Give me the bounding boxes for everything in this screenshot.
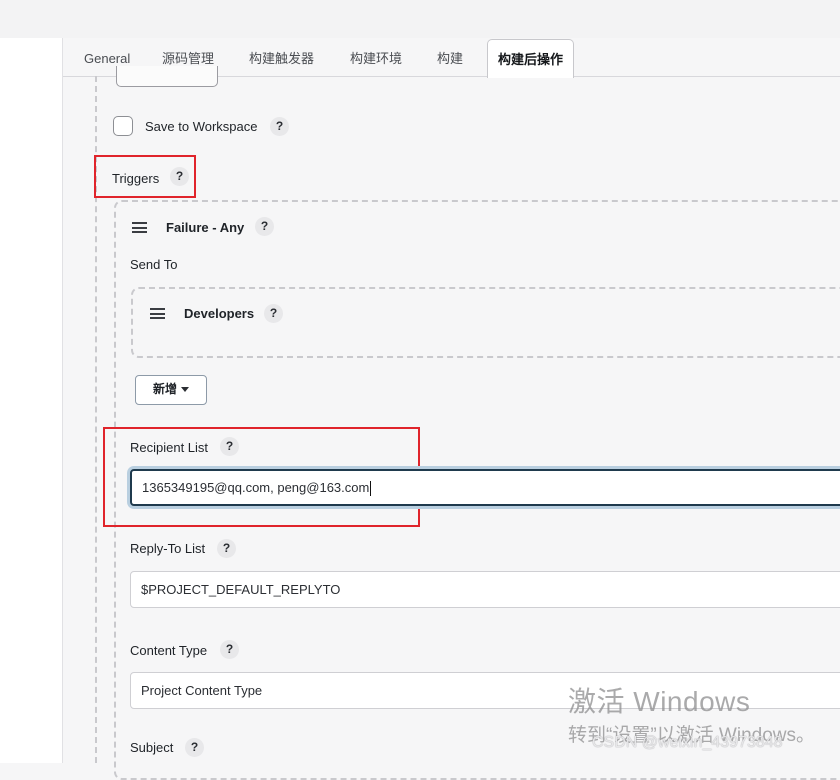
trigger-name: Failure - Any [166,220,245,235]
csdn-watermark: CSDN @weixin_43973848 [592,734,783,751]
help-icon[interactable]: ? [185,738,204,757]
tab-build-environment[interactable]: 构建环境 [340,38,412,76]
save-to-workspace-label: Save to Workspace [145,119,258,134]
send-to-label: Send To [130,257,178,272]
reply-to-list-label: Reply-To List [130,541,206,556]
recipient-provider-name: Developers [184,306,255,321]
recipient-list-input[interactable]: 1365349195@qq.com, peng@163.com [130,469,840,506]
save-to-workspace-checkbox[interactable] [113,116,133,136]
help-icon[interactable]: ? [220,437,239,456]
reply-to-list-input[interactable]: $PROJECT_DEFAULT_REPLYTO [130,571,840,608]
add-button-label: 新增 [152,382,177,396]
recipient-list-label: Recipient List [130,440,209,455]
text-cursor [370,481,372,497]
activation-watermark-title: 激活 Windows [568,686,751,717]
top-bar [0,0,840,38]
caret-down-icon [181,387,189,393]
add-recipient-button[interactable]: 新增 [135,375,207,405]
tab-build[interactable]: 构建 [427,38,473,76]
drag-handle-icon[interactable] [150,308,165,319]
reply-to-list-value: $PROJECT_DEFAULT_REPLYTO [141,582,341,597]
recipient-list-value: 1365349195@qq.com, peng@163.com [142,480,370,495]
help-icon[interactable]: ? [170,167,189,186]
left-sidebar [0,38,63,763]
help-icon[interactable]: ? [270,117,289,136]
help-icon[interactable]: ? [255,217,274,236]
tab-post-build-actions[interactable]: 构建后操作 [487,39,575,78]
help-icon[interactable]: ? [264,304,283,323]
previous-button[interactable] [116,66,218,87]
subject-label: Subject [130,740,174,755]
help-icon[interactable]: ? [220,640,239,659]
recipient-provider-container [131,287,840,358]
triggers-label: Triggers [112,171,160,186]
tab-build-triggers[interactable]: 构建触发器 [239,38,324,76]
content-type-label: Content Type [130,643,208,658]
help-icon[interactable]: ? [217,539,236,558]
content-type-value: Project Content Type [141,683,263,698]
drag-handle-icon[interactable] [132,222,147,233]
